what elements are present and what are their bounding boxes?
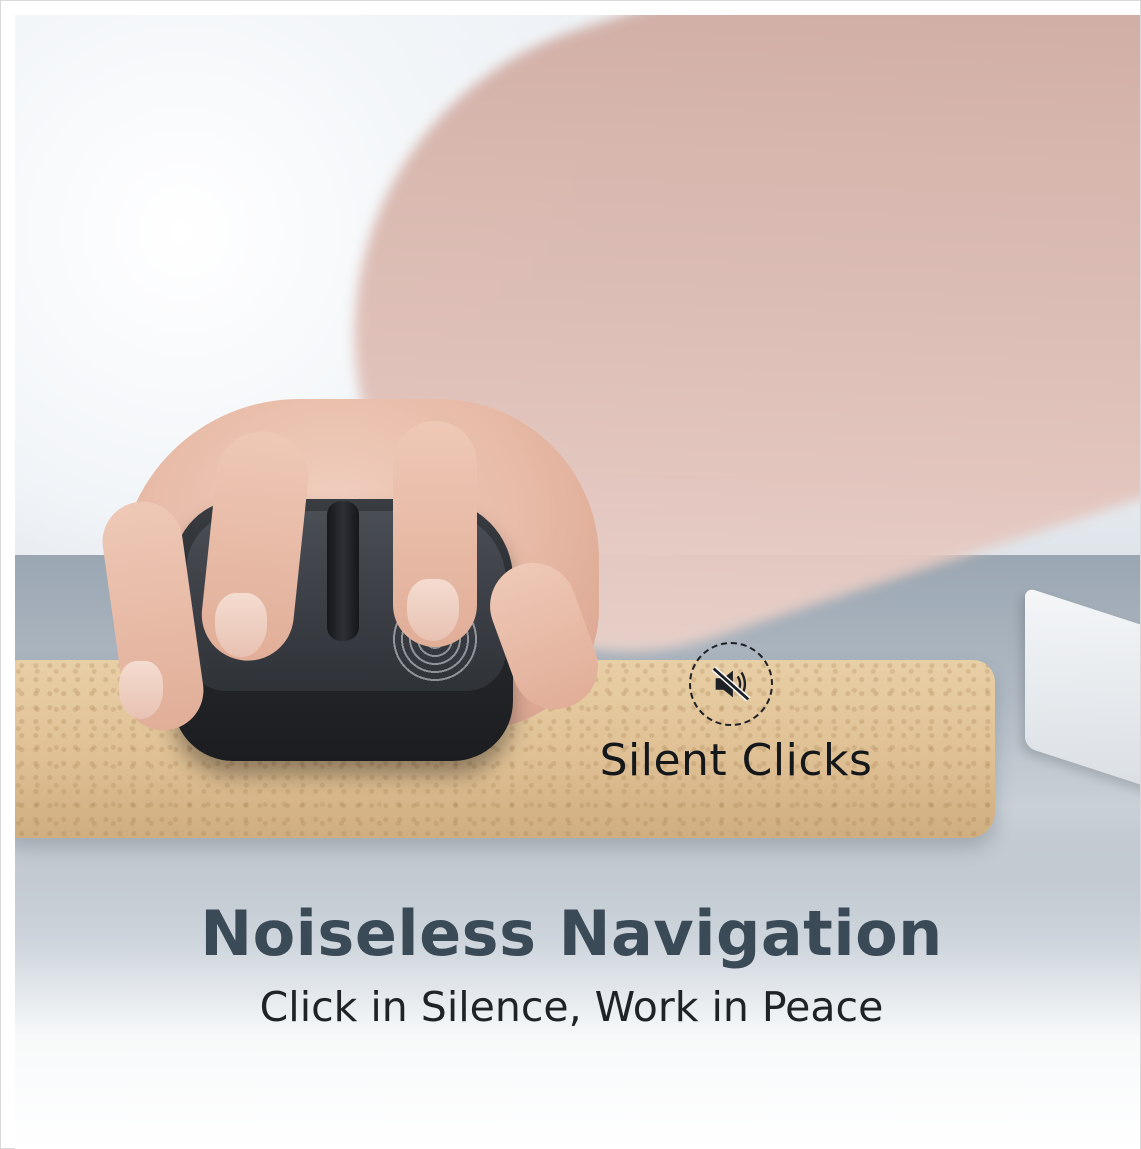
muted-speaker-icon bbox=[711, 666, 751, 702]
index-fingernail bbox=[215, 593, 267, 657]
tagline: Click in Silence, Work in Peace bbox=[259, 983, 884, 1031]
silent-clicks-badge bbox=[689, 642, 773, 726]
headline: Noiseless Navigation bbox=[200, 897, 943, 970]
thumb-nail bbox=[119, 661, 163, 719]
ad-frame: Silent Clicks Noiseless Navigation Click… bbox=[0, 0, 1141, 1149]
silent-clicks-label: Silent Clicks bbox=[599, 735, 873, 786]
scroll-wheel bbox=[327, 501, 359, 641]
middle-fingernail bbox=[407, 579, 459, 641]
